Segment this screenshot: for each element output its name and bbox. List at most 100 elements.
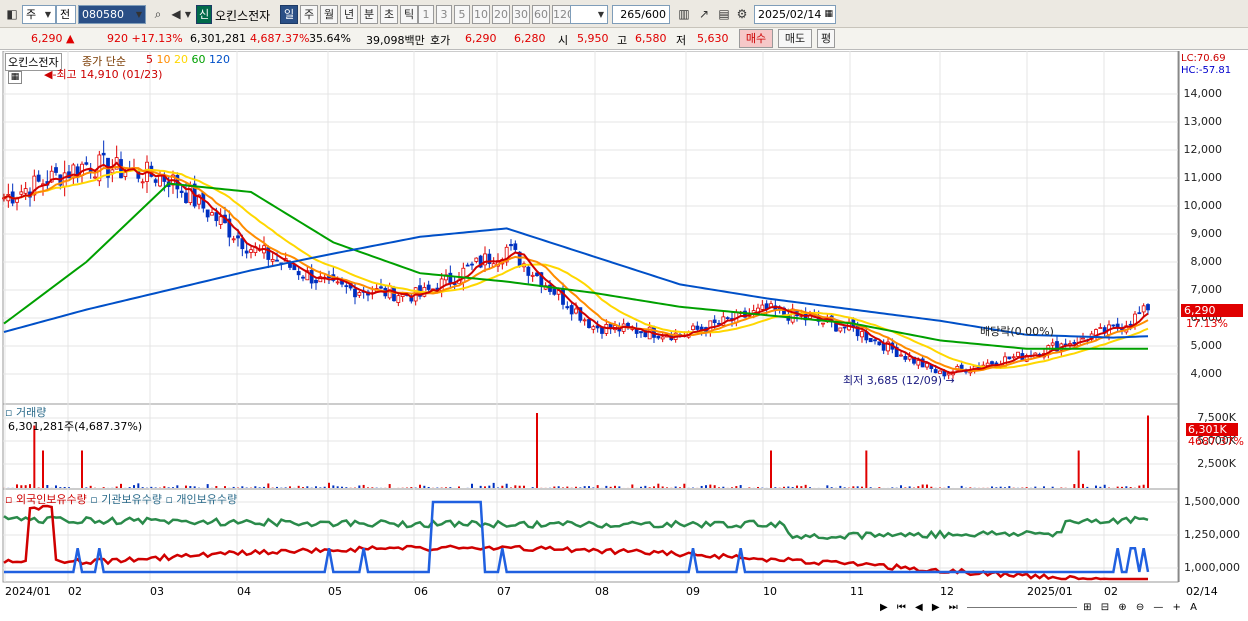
interval-3[interactable]: 3 [436,5,452,24]
scroll-track[interactable] [966,606,1077,608]
volume-bar [1099,486,1102,488]
chevron-down-icon[interactable]: ▼ [42,6,54,23]
volume-bar [657,483,660,488]
draw-icon[interactable]: ↗ [696,5,712,23]
calendar-icon[interactable]: ▦ [824,6,833,23]
candle-body [860,331,864,338]
candle-body [526,266,531,276]
sell-button[interactable]: 매도 [778,29,812,48]
candle-body [140,181,145,184]
volume-bar [631,484,634,488]
candle-body [249,249,253,253]
volume-bar [653,486,655,488]
tab-분[interactable]: 분 [360,5,378,24]
candle-body [426,284,431,290]
volume-bar [167,487,170,488]
count-field[interactable]: 265/600 [612,5,670,24]
volume-bar [232,486,235,488]
volume-bar [16,484,18,488]
price-tick: 13,000 [1183,115,1223,128]
volume-bar [1086,486,1089,488]
chart-area[interactable]: 오킨스전자 종가 단순 5 10 20 60 120 ▦ ◀-최고 14,910… [0,51,1248,621]
window-icon[interactable]: ◧ [4,5,20,23]
candle-body [158,174,162,187]
x-tick: 02 [1104,585,1118,598]
volume-bar [410,487,413,488]
volume-bar [1077,450,1080,488]
buy-button[interactable]: 매수 [739,29,773,48]
scroll-controls[interactable]: ▶ ⏮ ◀ ▶ ⏭ ⊞ ⊟ ⊕ ⊖ — + A [880,602,1200,613]
interval-10[interactable]: 10 [472,5,490,24]
chevron-down-icon[interactable]: ▼ [182,6,194,23]
volume-bar [800,486,803,488]
holdings-legend: ▫ 외국인보유수량 ▫ 기관보유수량 ▫ 개인보유수량 [5,491,237,507]
interval-30[interactable]: 30 [512,5,530,24]
toolbar: ◧ 주 ▼ 전 080580 ▼ ⌕ ◀ ▼ 신 오킨스전자 일주월년분초틱 1… [0,0,1248,28]
candle-body [301,276,305,279]
tab-틱[interactable]: 틱 [400,5,418,24]
candle-body [19,191,24,195]
ref-field[interactable]: 전 [56,5,76,24]
candle-body [123,172,128,177]
tab-주[interactable]: 주 [300,5,318,24]
volume-bar [640,486,642,488]
candle-body [62,172,67,187]
holdings-tick: 1,250,000 [1184,528,1240,541]
volume-bar [921,484,924,488]
candle-body [695,325,700,330]
date-field[interactable]: 2025/02/14 ▦ [754,5,836,24]
count-value: 265 [620,8,642,21]
candle-icon[interactable]: ▥ [676,5,692,23]
candle-body [36,174,41,182]
x-tick: 04 [237,585,251,598]
max-label: 최고 14,910 (01/23) [56,68,163,81]
save-icon[interactable]: ▤ [716,5,732,23]
tab-일[interactable]: 일 [280,5,298,24]
count-total: /600 [641,8,666,21]
interval-60[interactable]: 60 [532,5,550,24]
volume-bar [189,486,192,488]
candle-body [552,288,557,295]
chevron-down-icon[interactable]: ▼ [133,6,145,23]
volume-bar [731,487,733,488]
avg-button[interactable]: 평 [817,29,835,48]
open-label: 시 [558,34,569,47]
candle-body [708,320,713,332]
search-icon[interactable]: ⌕ [150,5,166,23]
volume-bar [267,483,270,488]
candle-body [210,212,214,216]
candle-body [184,192,188,203]
x-tick: 09 [686,585,700,598]
max-annotation: ◀-최고 14,910 (01/23) [44,68,163,81]
candle-body [591,326,596,330]
x-tick: 02/14 [1186,585,1218,598]
chart-svg [2,51,1180,583]
volume-bar [999,486,1002,488]
volume-bar [757,486,759,488]
chevron-down-icon[interactable]: ▼ [595,6,607,23]
interval-20[interactable]: 20 [492,5,510,24]
x-tick: 11 [850,585,864,598]
volume-bar [830,487,833,488]
tab-초[interactable]: 초 [380,5,398,24]
volume-bar [908,486,911,488]
volume-bar [609,486,612,488]
price: 6,290 ▲ [31,32,74,45]
candle-body [660,336,665,340]
table-icon[interactable]: ▦ [8,71,22,84]
candle-body [1098,327,1103,329]
x-tick: 03 [150,585,164,598]
gear-icon[interactable]: ⚙ [734,5,750,23]
volume-bar [1129,487,1132,488]
candle-body [1011,356,1016,359]
x-tick: 06 [414,585,428,598]
volume-bar [718,487,720,488]
interval-1[interactable]: 1 [418,5,434,24]
volume-bar [852,486,855,488]
candle-body [1111,324,1116,327]
interval-5[interactable]: 5 [454,5,470,24]
tab-년[interactable]: 년 [340,5,358,24]
tab-월[interactable]: 월 [320,5,338,24]
candle-body [1072,342,1077,345]
candle-body [23,188,28,194]
